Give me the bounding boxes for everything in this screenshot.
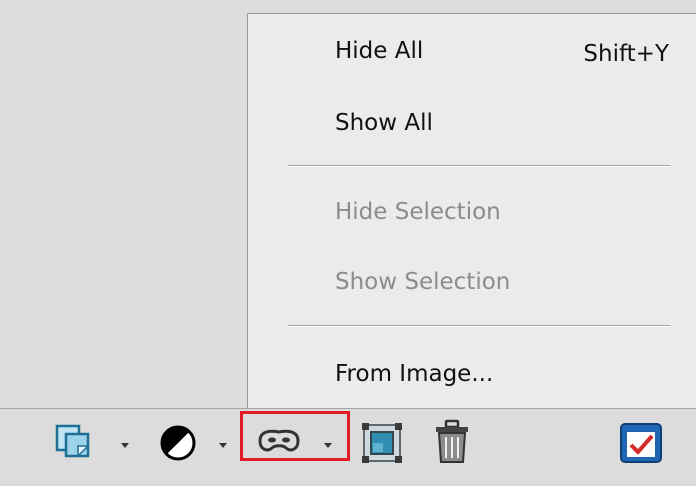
fit-to-canvas-icon [362, 423, 402, 463]
menu-item-hide-selection: Hide Selection [335, 199, 501, 225]
menu-item-from-image[interactable]: From Image... [335, 361, 493, 387]
mask-dropdown-menu: Hide All Shift+Y Show All Hide Selection… [247, 13, 696, 408]
preview-button[interactable] [618, 421, 664, 465]
preview-check-icon [620, 423, 662, 463]
adjustment-layer-button[interactable] [156, 423, 200, 463]
bottom-toolbar [0, 408, 696, 486]
left-panel [0, 0, 248, 408]
mask-button-highlight [240, 411, 350, 461]
menu-separator [288, 165, 671, 167]
menu-item-show-selection: Show Selection [335, 269, 511, 295]
new-layer-button[interactable] [54, 423, 104, 459]
adjustment-icon [160, 425, 196, 461]
fit-to-canvas-button[interactable] [360, 421, 404, 465]
adjustment-dropdown-arrow[interactable] [219, 443, 227, 448]
trash-icon [436, 419, 468, 463]
hide-all-shortcut: Shift+Y [583, 41, 669, 67]
new-layer-icon [55, 424, 90, 458]
new-layer-dropdown-arrow[interactable] [121, 443, 129, 448]
menu-item-hide-all[interactable]: Hide All [335, 38, 423, 64]
menu-item-show-all[interactable]: Show All [335, 110, 433, 136]
menu-separator [288, 325, 671, 327]
delete-layer-button[interactable] [430, 419, 474, 465]
